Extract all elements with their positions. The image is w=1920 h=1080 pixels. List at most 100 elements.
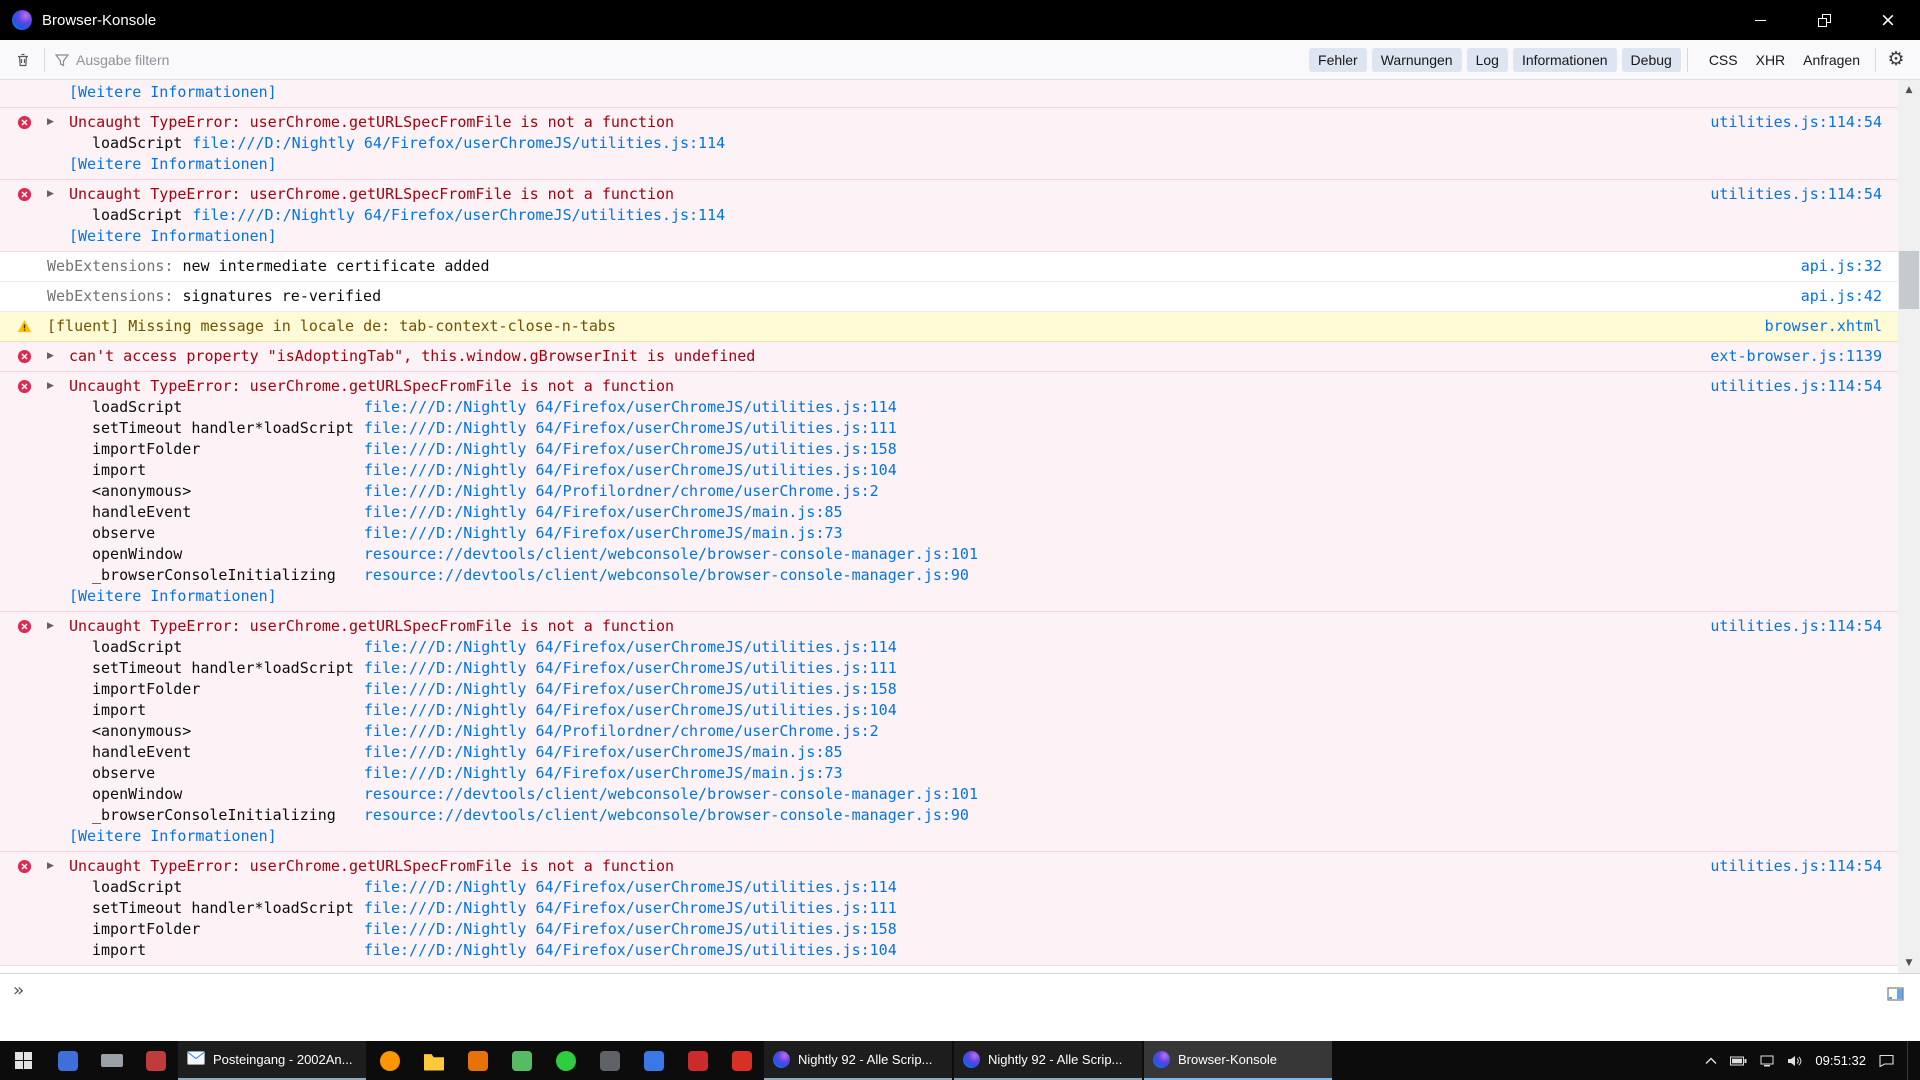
filter-button-log[interactable]: Log — [1467, 48, 1508, 72]
filter-button-informationen[interactable]: Informationen — [1513, 48, 1617, 72]
console-input-area: » — [0, 973, 1920, 1041]
stack-frame-link[interactable]: file:///D:/Nightly 64/Firefox/userChrome… — [364, 418, 1898, 439]
close-button[interactable]: × — [1856, 0, 1920, 40]
taskbar-window-button[interactable]: Nightly 92 - Alle Scrip... — [764, 1041, 952, 1080]
battery-icon[interactable] — [1730, 1056, 1747, 1066]
pinned-app-2-glyph — [146, 1051, 166, 1071]
pinned-app-check-icon[interactable] — [544, 1041, 588, 1080]
taskbar-window-button[interactable]: Browser-Konsole — [1144, 1041, 1332, 1080]
notifications-icon[interactable] — [1879, 1054, 1894, 1067]
pinned-app-1-icon[interactable] — [46, 1041, 90, 1080]
restore-button[interactable] — [1792, 0, 1856, 40]
stack-frame-link[interactable]: resource://devtools/client/webconsole/br… — [364, 544, 1898, 565]
pinned-app-2-icon[interactable] — [134, 1041, 178, 1080]
stack-frame-link[interactable]: resource://devtools/client/webconsole/br… — [364, 784, 1898, 805]
filter-button-xhr[interactable]: XHR — [1751, 48, 1791, 72]
filter-button-anfragen[interactable]: Anfragen — [1798, 48, 1865, 72]
stack-frame-link[interactable]: file:///D:/Nightly 64/Profilordner/chrom… — [364, 481, 1898, 502]
expand-arrow-icon[interactable]: ▶ — [32, 376, 69, 397]
pinned-app-5-icon[interactable] — [588, 1041, 632, 1080]
filter-funnel-icon — [55, 53, 69, 67]
stack-frame-link[interactable]: file:///D:/Nightly 64/Firefox/userChrome… — [192, 133, 1898, 154]
stack-frame-link[interactable]: file:///D:/Nightly 64/Profilordner/chrom… — [364, 721, 1898, 742]
message-location-link[interactable]: ext-browser.js:1139 — [1690, 346, 1882, 367]
pinned-app-7-icon[interactable] — [676, 1041, 720, 1080]
firefox-glyph — [380, 1051, 400, 1071]
stack-frame-link[interactable]: file:///D:/Nightly 64/Firefox/userChrome… — [364, 658, 1898, 679]
message-location-link[interactable]: utilities.js:114:54 — [1690, 112, 1882, 133]
error-icon — [17, 187, 32, 202]
expand-arrow-icon[interactable]: ▶ — [32, 184, 69, 205]
message-location-link[interactable]: browser.xhtml — [1745, 316, 1882, 337]
stack-frame-link[interactable]: file:///D:/Nightly 64/Firefox/userChrome… — [364, 940, 1898, 961]
stack-frame-link[interactable]: file:///D:/Nightly 64/Firefox/userChrome… — [364, 763, 1898, 784]
stack-frame-link[interactable]: file:///D:/Nightly 64/Firefox/userChrome… — [364, 877, 1898, 898]
more-info-link[interactable]: [Weitere Informationen] — [0, 826, 1898, 847]
expand-arrow-icon[interactable]: ▶ — [32, 346, 69, 367]
error-message-text: Uncaught TypeError: userChrome.getURLSpe… — [69, 376, 674, 397]
pinned-app-8-icon[interactable] — [720, 1041, 764, 1080]
clear-console-button[interactable] — [8, 45, 38, 75]
filter-button-warnungen[interactable]: Warnungen — [1372, 48, 1462, 72]
message-line: ▶Uncaught TypeError: userChrome.getURLSp… — [0, 856, 1898, 877]
network-icon[interactable] — [1760, 1055, 1774, 1067]
file-explorer-icon[interactable] — [412, 1041, 456, 1080]
keyboard-app-icon[interactable] — [90, 1041, 134, 1080]
expand-arrow-icon[interactable]: ▶ — [32, 112, 69, 133]
stack-frame-link[interactable]: file:///D:/Nightly 64/Firefox/userChrome… — [364, 700, 1898, 721]
pinned-app-6-icon[interactable] — [632, 1041, 676, 1080]
filter-input[interactable] — [76, 52, 396, 68]
message-location-link[interactable]: utilities.js:114:54 — [1690, 184, 1882, 205]
scrollbar-up-arrow[interactable]: ▲ — [1898, 80, 1920, 100]
taskbar-window-button[interactable]: Nightly 92 - Alle Scrip... — [954, 1041, 1142, 1080]
stack-frame-link[interactable]: file:///D:/Nightly 64/Firefox/userChrome… — [364, 679, 1898, 700]
stack-frame-link[interactable]: file:///D:/Nightly 64/Firefox/userChrome… — [192, 205, 1898, 226]
settings-button[interactable]: ⚙ — [1882, 45, 1912, 75]
message-location-link[interactable]: utilities.js:114:54 — [1690, 376, 1882, 397]
filter-button-debug[interactable]: Debug — [1622, 48, 1681, 72]
firefox-icon[interactable] — [368, 1041, 412, 1080]
error-message: ▶Uncaught TypeError: userChrome.getURLSp… — [0, 612, 1898, 852]
stack-frame-link[interactable]: resource://devtools/client/webconsole/br… — [364, 805, 1898, 826]
stack-frame-link[interactable]: file:///D:/Nightly 64/Firefox/userChrome… — [364, 523, 1898, 544]
stack-frame-function: handleEvent — [92, 742, 354, 763]
minimize-button[interactable] — [1728, 0, 1792, 40]
stack-frame-link[interactable]: file:///D:/Nightly 64/Firefox/userChrome… — [364, 742, 1898, 763]
filter-button-fehler[interactable]: Fehler — [1309, 48, 1367, 72]
pinned-app-3-icon[interactable] — [456, 1041, 500, 1080]
more-info-link[interactable]: [Weitere Informationen] — [0, 82, 1898, 103]
pinned-app-4-icon[interactable] — [500, 1041, 544, 1080]
taskbar-window-button[interactable]: Posteingang - 2002An... — [178, 1041, 366, 1080]
scrollbar-down-arrow[interactable]: ▼ — [1898, 953, 1920, 973]
stack-frame-function: loadScript — [92, 637, 354, 658]
error-message: ▶can't access property "isAdoptingTab", … — [0, 342, 1898, 372]
show-desktop-button[interactable] — [1907, 1041, 1912, 1080]
level-filter-group: Fehler Warnungen Log Informationen Debug — [1309, 48, 1681, 72]
filter-button-css[interactable]: CSS — [1704, 48, 1743, 72]
stack-frame-link[interactable]: file:///D:/Nightly 64/Firefox/userChrome… — [364, 460, 1898, 481]
scrollbar-thumb[interactable] — [1899, 251, 1919, 309]
message-location-link[interactable]: utilities.js:114:54 — [1690, 616, 1882, 637]
volume-icon[interactable] — [1787, 1055, 1802, 1067]
more-info-link[interactable]: [Weitere Informationen] — [0, 154, 1898, 175]
tray-chevron-up-icon[interactable] — [1705, 1057, 1717, 1065]
stack-frame-link[interactable]: file:///D:/Nightly 64/Firefox/userChrome… — [364, 637, 1898, 658]
stack-frame-link[interactable]: resource://devtools/client/webconsole/br… — [364, 565, 1898, 586]
taskbar-clock[interactable]: 09:51:32 — [1815, 1053, 1866, 1068]
expand-arrow-icon[interactable]: ▶ — [32, 856, 69, 877]
console-command-input[interactable] — [40, 974, 1870, 1041]
stack-frame-link[interactable]: file:///D:/Nightly 64/Firefox/userChrome… — [364, 397, 1898, 418]
message-location-link[interactable]: utilities.js:114:54 — [1690, 856, 1882, 877]
sidebar-toggle-icon[interactable] — [1887, 986, 1905, 1002]
vertical-scrollbar[interactable]: ▲ ▼ — [1898, 80, 1920, 973]
more-info-link[interactable]: [Weitere Informationen] — [0, 586, 1898, 607]
start-button[interactable] — [0, 1041, 46, 1080]
message-location-link[interactable]: api.js:32 — [1781, 256, 1882, 277]
stack-frame-link[interactable]: file:///D:/Nightly 64/Firefox/userChrome… — [364, 919, 1898, 940]
stack-frame-link[interactable]: file:///D:/Nightly 64/Firefox/userChrome… — [364, 898, 1898, 919]
stack-frame-link[interactable]: file:///D:/Nightly 64/Firefox/userChrome… — [364, 502, 1898, 523]
message-location-link[interactable]: api.js:42 — [1781, 286, 1882, 307]
expand-arrow-icon[interactable]: ▶ — [32, 616, 69, 637]
more-info-link[interactable]: [Weitere Informationen] — [0, 226, 1898, 247]
stack-frame-link[interactable]: file:///D:/Nightly 64/Firefox/userChrome… — [364, 439, 1898, 460]
